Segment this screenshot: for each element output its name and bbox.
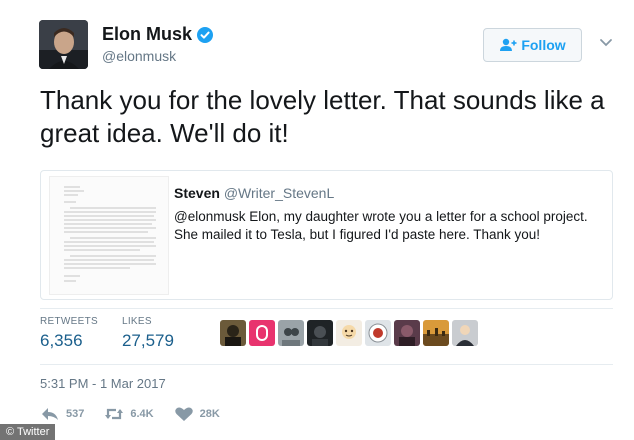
letter-image-icon xyxy=(50,177,168,294)
image-credit: © Twitter xyxy=(0,424,56,440)
divider xyxy=(40,308,613,309)
quoted-tweet-text: @elonmusk Elon, my daughter wrote you a … xyxy=(174,209,588,242)
retweets-value: 6,356 xyxy=(40,331,83,350)
likes-label: LIKES xyxy=(121,316,152,327)
liker-avatar[interactable] xyxy=(365,320,391,346)
tweet-actions: 537 6.4K 28K xyxy=(40,406,240,422)
tweet-stats: RETWEETS 6,356 LIKES 27,579 xyxy=(40,316,174,351)
retweet-action[interactable]: 6.4K xyxy=(104,406,154,422)
liker-avatar[interactable] xyxy=(307,320,333,346)
reply-count: 537 xyxy=(66,408,85,420)
verified-badge-icon xyxy=(197,26,214,43)
add-user-icon xyxy=(500,38,517,51)
retweets-stat[interactable]: RETWEETS 6,356 xyxy=(40,316,98,351)
liker-avatar-icon xyxy=(220,320,246,346)
divider xyxy=(40,364,613,365)
liker-avatar[interactable] xyxy=(336,320,362,346)
liker-avatar[interactable] xyxy=(278,320,304,346)
retweet-icon xyxy=(105,408,124,420)
likers-avatars xyxy=(220,320,478,346)
liker-avatar-icon xyxy=(452,320,478,346)
liker-avatar-icon xyxy=(307,320,333,346)
quoted-author: Steven @Writer_StevenL xyxy=(174,185,334,201)
liker-avatar-icon xyxy=(423,320,449,346)
reply-action[interactable]: 537 xyxy=(40,406,84,422)
like-count: 28K xyxy=(199,408,220,420)
like-action[interactable]: 28K xyxy=(174,406,220,422)
liker-avatar-icon xyxy=(336,320,362,346)
quoted-tweet[interactable]: Steven @Writer_StevenL @elonmusk Elon, m… xyxy=(40,170,613,300)
profile-photo-icon xyxy=(39,20,88,69)
author-avatar[interactable] xyxy=(39,20,88,69)
liker-avatar-icon xyxy=(394,320,420,346)
tweet-text: Thank you for the lovely letter. That so… xyxy=(40,85,605,148)
author-name-row: Elon Musk xyxy=(102,24,214,45)
liker-avatar[interactable] xyxy=(423,320,449,346)
letter-image-thumbnail[interactable] xyxy=(49,176,169,295)
retweets-label: RETWEETS xyxy=(40,316,98,327)
liker-avatar-icon xyxy=(249,320,275,346)
follow-button[interactable]: Follow xyxy=(483,28,582,62)
author-display-name[interactable]: Elon Musk xyxy=(102,24,192,45)
follow-button-label: Follow xyxy=(521,37,566,53)
reply-icon xyxy=(42,408,58,420)
likes-value: 27,579 xyxy=(121,331,174,350)
liker-avatar[interactable] xyxy=(220,320,246,346)
likes-stat[interactable]: LIKES 27,579 xyxy=(122,316,174,351)
quoted-author-name[interactable]: Steven xyxy=(174,185,220,201)
heart-icon xyxy=(174,407,193,421)
liker-avatar-icon xyxy=(278,320,304,346)
liker-avatar[interactable] xyxy=(249,320,275,346)
liker-avatar[interactable] xyxy=(452,320,478,346)
author-handle[interactable]: @elonmusk xyxy=(102,48,176,64)
liker-avatar-icon xyxy=(365,320,391,346)
chevron-down-icon[interactable] xyxy=(599,38,613,48)
quoted-author-handle[interactable]: @Writer_StevenL xyxy=(224,185,334,201)
tweet-timestamp[interactable]: 5:31 PM - 1 Mar 2017 xyxy=(40,376,166,391)
retweet-count: 6.4K xyxy=(130,408,154,420)
liker-avatar[interactable] xyxy=(394,320,420,346)
